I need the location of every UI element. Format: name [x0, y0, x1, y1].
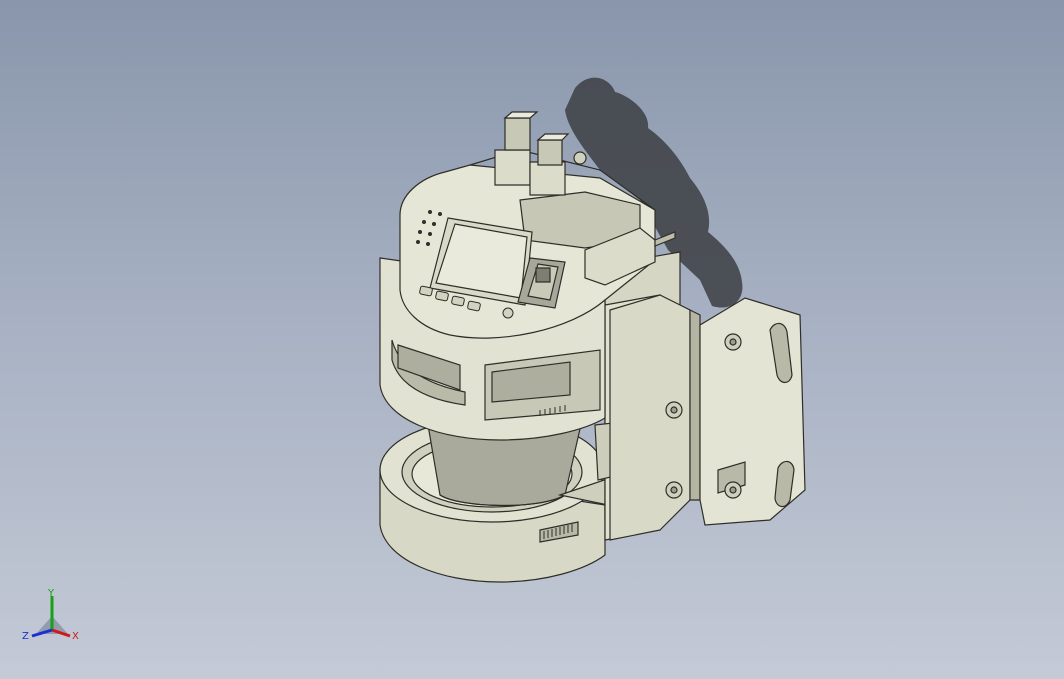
y-axis-label: Y	[47, 588, 55, 599]
z-axis-label: Z	[22, 631, 29, 642]
mounting-bracket[interactable]	[609, 294, 806, 541]
cad-3d-viewport[interactable]	[0, 0, 1064, 679]
coordinate-triad[interactable]: Y X Z	[14, 582, 90, 658]
x-axis-label: X	[72, 631, 79, 642]
